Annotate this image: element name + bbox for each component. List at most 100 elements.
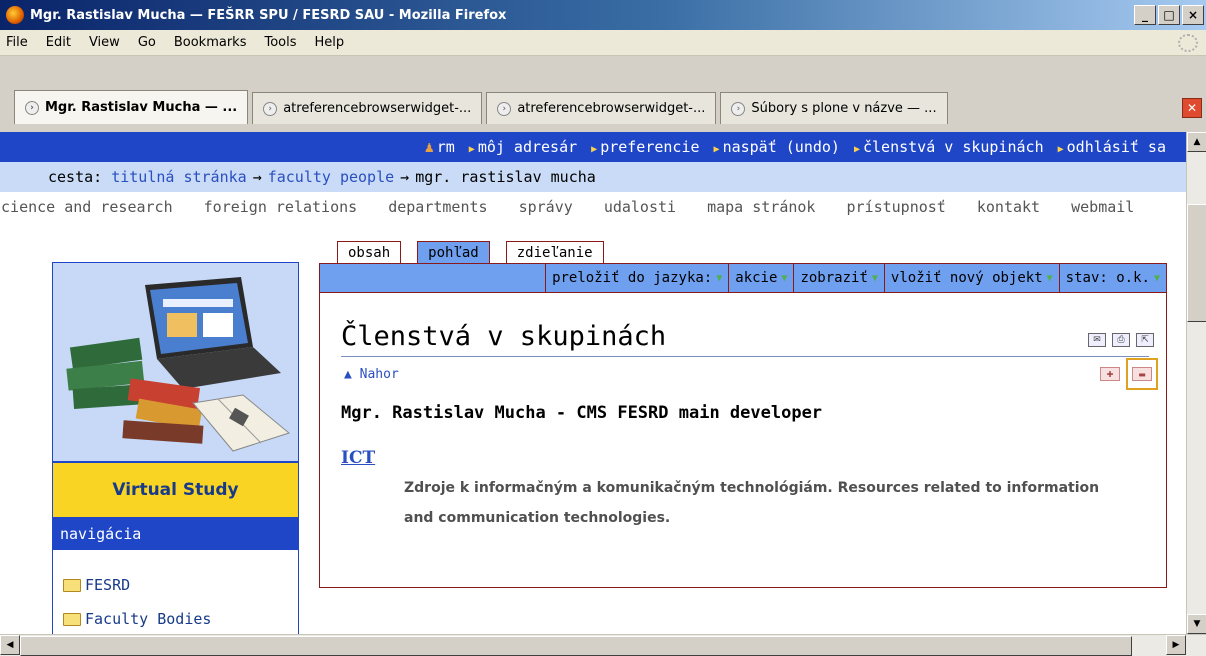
dropdown-arrow-icon: ▼ — [1153, 272, 1160, 284]
print-icon[interactable]: ⎙ — [1112, 333, 1130, 347]
nav-spravy[interactable]: správy — [519, 198, 573, 216]
menu-go[interactable]: Go — [132, 35, 162, 50]
laptop-books-image — [66, 277, 291, 452]
page-title: Členstvá v skupinách — [341, 321, 667, 352]
horizontal-scrollbar[interactable]: ◀ ▶ — [0, 634, 1206, 656]
throbber-icon — [1178, 34, 1198, 52]
english-flag-icon[interactable]: ✚ — [1100, 367, 1120, 381]
title-underline — [341, 356, 1149, 357]
group-link-ict[interactable]: ICT — [341, 448, 375, 468]
dropdown-arrow-icon: ▼ — [1046, 272, 1053, 284]
scroll-down-button[interactable]: ▼ — [1187, 614, 1206, 634]
arrow-icon: ▶ — [468, 144, 475, 155]
slovak-flag-selected[interactable]: ▬ — [1126, 358, 1158, 390]
personal-link-memberships[interactable]: ▶ členstvá v skupinách — [854, 138, 1044, 156]
browser-tab-1[interactable]: › Mgr. Rastislav Mucha — ... — [14, 90, 249, 124]
arrow-icon: ▶ — [713, 144, 720, 155]
nav-item-faculty-bodies[interactable]: Faculty Bodies — [63, 610, 211, 628]
member-title: Mgr. Rastislav Mucha - CMS FESRD main de… — [341, 403, 823, 423]
translate-menu[interactable]: preložiť do jazyka: ▼ — [545, 264, 728, 292]
state-menu[interactable]: stav: o.k. ▼ — [1058, 264, 1166, 292]
window-title: Mgr. Rastislav Mucha — FEŠRR SPU / FESRD… — [30, 7, 507, 23]
content-actions-bar: preložiť do jazyka: ▼ akcie ▼ zobraziť ▼ vl… — [319, 263, 1167, 293]
scroll-left-button[interactable]: ◀ — [0, 635, 20, 655]
tab-label: atreferencebrowserwidget-... — [283, 101, 472, 116]
dropdown-arrow-icon: ▼ — [716, 272, 723, 284]
personal-link-address-book[interactable]: ▶ môj adresár — [469, 138, 577, 156]
slovak-flag-icon: ▬ — [1132, 367, 1152, 381]
language-selector: ✚ ▬ — [1100, 358, 1158, 390]
page-icon: › — [263, 101, 278, 116]
close-window-button[interactable]: × — [1182, 5, 1204, 25]
group-description: Zdroje k informačným a komunikačným tech… — [404, 480, 1100, 526]
nav-departments[interactable]: departments — [388, 198, 487, 216]
global-nav: science and research foreign relations d… — [0, 198, 1186, 226]
user-icon: ♟ — [424, 138, 434, 156]
actions-menu[interactable]: akcie ▼ — [728, 264, 793, 292]
nav-science-research[interactable]: science and research — [0, 198, 173, 216]
vertical-scrollbar[interactable]: ▲ ▼ — [1186, 132, 1206, 634]
breadcrumb-separator: → — [400, 168, 410, 186]
send-email-icon[interactable]: ✉ — [1088, 333, 1106, 347]
personal-bar: ♟ rm ▶ môj adresár ▶ preferencie ▶ naspäť (u… — [0, 132, 1186, 162]
nav-webmail[interactable]: webmail — [1071, 198, 1134, 216]
tab-label: atreferencebrowserwidget-... — [517, 101, 706, 116]
menu-file[interactable]: File — [0, 35, 34, 50]
dropdown-arrow-icon: ▼ — [871, 272, 878, 284]
nav-item-fesrd[interactable]: FESRD — [63, 576, 130, 594]
maximize-button[interactable]: □ — [1158, 5, 1180, 25]
page-icon: › — [497, 101, 512, 116]
title-bar: Mgr. Rastislav Mucha — FEŠRR SPU / FESRD… — [0, 0, 1206, 30]
arrow-icon: ▶ — [591, 144, 598, 155]
folder-icon — [63, 578, 81, 592]
dropdown-arrow-icon: ▼ — [781, 272, 788, 284]
tab-label: Mgr. Rastislav Mucha — ... — [45, 100, 238, 115]
tab-zdielanie[interactable]: zdieľanie — [505, 241, 604, 263]
browser-tab-4[interactable]: › Súbory s plone v názve — ... — [720, 92, 948, 124]
tab-pohlad[interactable]: pohľad — [417, 241, 490, 263]
horizontal-scroll-thumb[interactable] — [20, 636, 1132, 656]
nav-foreign-relations[interactable]: foreign relations — [204, 198, 358, 216]
breadcrumb-separator: → — [252, 168, 262, 186]
navigation-heading: navigácia — [52, 518, 299, 550]
virtual-study-illustration[interactable] — [52, 262, 299, 462]
menu-edit[interactable]: Edit — [40, 35, 77, 50]
nahor-link[interactable]: ▲ Nahor — [344, 367, 399, 382]
fullscreen-icon[interactable]: ⇱ — [1136, 333, 1154, 347]
scroll-right-button[interactable]: ▶ — [1166, 635, 1186, 655]
breadcrumb-prefix: cesta: — [48, 168, 103, 186]
browser-tab-2[interactable]: › atreferencebrowserwidget-... — [252, 92, 483, 124]
page-icon: › — [731, 101, 746, 116]
personal-link-logout[interactable]: ▶ odhlásiť sa — [1058, 138, 1166, 156]
nav-udalosti[interactable]: udalosti — [604, 198, 676, 216]
menu-bookmarks[interactable]: Bookmarks — [168, 35, 253, 50]
breadcrumb-link-faculty-people[interactable]: faculty people — [268, 168, 394, 186]
virtual-study-button[interactable]: Virtual Study — [52, 462, 299, 518]
content-area: Členstvá v skupinách ✉ ⎙ ⇱ ▲ Nahor ✚ ▬ M… — [319, 293, 1167, 588]
browser-tab-3[interactable]: › atreferencebrowserwidget-... — [486, 92, 717, 124]
vertical-scroll-thumb[interactable] — [1187, 204, 1206, 322]
nav-sitemap[interactable]: mapa stránok — [707, 198, 815, 216]
add-item-menu[interactable]: vložiť nový objekt ▼ — [883, 264, 1059, 292]
arrow-icon: ▶ — [1057, 144, 1064, 155]
menu-view[interactable]: View — [83, 35, 126, 50]
nav-contact[interactable]: kontakt — [977, 198, 1040, 216]
tab-obsah[interactable]: obsah — [337, 241, 402, 263]
nav-accessibility[interactable]: prístupnosť — [847, 198, 946, 216]
menu-bar: File Edit View Go Bookmarks Tools Help — [0, 30, 1206, 56]
document-actions: ✉ ⎙ ⇱ — [1088, 333, 1154, 347]
scroll-up-button[interactable]: ▲ — [1187, 132, 1206, 152]
minimize-button[interactable]: _ — [1134, 5, 1156, 25]
menu-tools[interactable]: Tools — [258, 35, 302, 50]
breadcrumb-link-home[interactable]: titulná stránka — [111, 168, 246, 186]
menu-help[interactable]: Help — [309, 35, 351, 50]
arrow-icon: ▶ — [853, 144, 860, 155]
breadcrumb-current: mgr. rastislav mucha — [415, 168, 596, 186]
personal-link-preferences[interactable]: ▶ preferencie — [591, 138, 699, 156]
user-link[interactable]: ♟ rm — [425, 138, 455, 156]
personal-link-undo[interactable]: ▶ naspäť (undo) — [714, 138, 840, 156]
left-column: Virtual Study navigácia FESRD Faculty Bo… — [52, 262, 299, 644]
display-menu[interactable]: zobraziť ▼ — [793, 264, 883, 292]
folder-icon — [63, 612, 81, 626]
close-tab-button[interactable]: ✕ — [1182, 98, 1202, 118]
